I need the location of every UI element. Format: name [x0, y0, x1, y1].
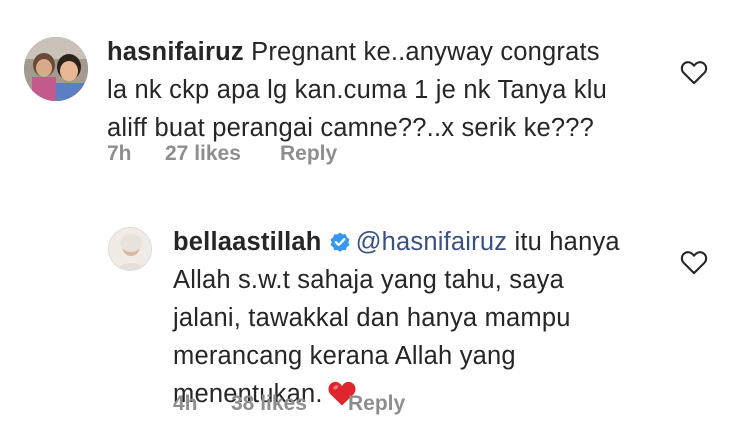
- heart-outline-icon[interactable]: [680, 59, 708, 85]
- comment-username[interactable]: hasnifairuz: [107, 38, 244, 66]
- reply-mention-link[interactable]: @hasnifairuz: [356, 228, 508, 256]
- reply-body: bellaastillah @hasnifairuz itu hanya All…: [173, 223, 713, 413]
- avatar[interactable]: [108, 227, 152, 271]
- comment-line-2: la nk ckp apa lg kan.cuma 1 je nk Tanya …: [107, 76, 607, 104]
- avatar-photo: [109, 228, 151, 270]
- reply-line-3: jalani, tawakkal dan hanya mampu: [173, 304, 571, 332]
- reply-time: 4h: [173, 392, 198, 415]
- avatar[interactable]: [24, 37, 88, 101]
- comment-body: hasnifairuz Pregnant ke..anyway congrats…: [107, 33, 707, 147]
- reply-text: itu hanya: [514, 228, 620, 256]
- comment-likes[interactable]: 27 likes: [165, 142, 241, 166]
- heart-outline-icon[interactable]: [680, 249, 708, 275]
- reply-button[interactable]: Reply: [280, 142, 337, 166]
- reply-line-2: Allah s.w.t sahaja yang tahu, saya: [173, 266, 564, 294]
- reply-username[interactable]: bellaastillah: [173, 228, 322, 256]
- comment-reply-bellaastillah: bellaastillah @hasnifairuz itu hanya All…: [0, 190, 750, 443]
- verified-badge-icon: [330, 232, 349, 252]
- reply-line-1: bellaastillah @hasnifairuz itu hanya: [173, 223, 713, 261]
- avatar-photo: [24, 37, 88, 101]
- comment-time: 7h: [107, 142, 132, 165]
- reply-meta: 4h 38 likes Reply: [0, 392, 750, 422]
- comment-text: Pregnant ke..anyway congrats: [251, 38, 600, 66]
- reply-line-4: merancang kerana Allah yang: [173, 342, 516, 370]
- reply-likes[interactable]: 38 likes: [231, 392, 307, 416]
- comment-line-1: hasnifairuz Pregnant ke..anyway congrats: [107, 33, 707, 71]
- reply-button[interactable]: Reply: [348, 392, 405, 416]
- comment-meta: 7h 27 likes Reply: [0, 142, 750, 172]
- comment-hasnifairuz: hasnifairuz Pregnant ke..anyway congrats…: [0, 0, 750, 190]
